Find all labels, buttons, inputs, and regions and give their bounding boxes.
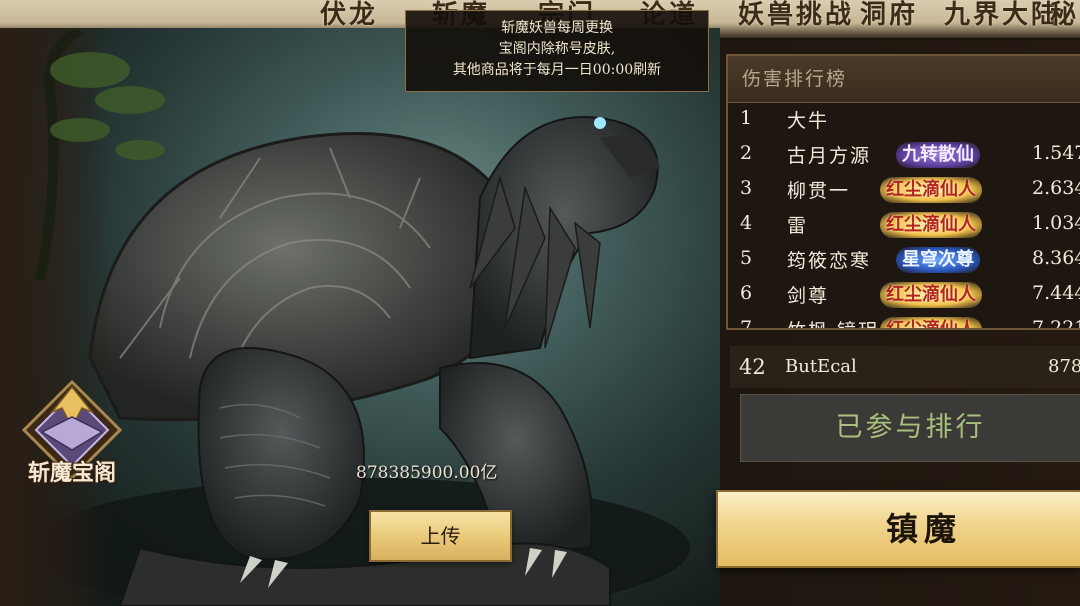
my-rank-number: 42	[739, 355, 766, 379]
player-title-badge: 红尘滴仙人	[880, 212, 982, 238]
suppress-demon-button[interactable]: 镇魔	[716, 490, 1080, 568]
player-title-badge: 红尘滴仙人	[880, 317, 982, 328]
player-score: 7.221	[1032, 317, 1080, 330]
rank-row[interactable]: 6 剑尊 红尘滴仙人 7.444	[728, 278, 1080, 312]
rank-row[interactable]: 3 柳贯一 红尘滴仙人 2.634	[728, 173, 1080, 207]
my-rank-row: 42 ButEcal 878	[730, 346, 1080, 388]
player-score: 1.034	[1032, 212, 1080, 234]
refresh-notice: 斩魔妖兽每周更换 宝阁内除称号皮肤, 其他商品将于每月一日00:00刷新	[405, 10, 709, 92]
player-name: 古月方源	[787, 145, 872, 167]
rank-row[interactable]: 5 筠筱恋寒 星穹次尊 8.364	[728, 243, 1080, 277]
rank-row[interactable]: 4 雷 红尘滴仙人 1.034	[728, 208, 1080, 242]
rank-number: 5	[740, 247, 753, 269]
tree-decoration	[35, 30, 165, 280]
notice-line: 斩魔妖兽每周更换	[501, 20, 613, 36]
player-score: 8.364	[1032, 247, 1080, 269]
rank-number: 7	[740, 317, 753, 330]
treasure-pavilion-label[interactable]: 斩魔宝阁	[14, 455, 130, 487]
player-title-badge: 九转散仙	[896, 142, 980, 168]
player-score: 7.444	[1032, 282, 1080, 304]
player-name: 竹枫·镜玥	[787, 316, 879, 328]
player-name: 剑尊	[787, 285, 830, 307]
rank-number: 4	[740, 212, 753, 234]
notice-line: 宝阁内除称号皮肤,	[498, 41, 616, 57]
rank-number: 6	[740, 282, 753, 304]
damage-ranking-board: 伤害排行榜 1 大牛 2 古月方源 九转散仙 1.547 3 柳贯一 红尘滴仙人…	[726, 54, 1080, 330]
notice-line: 其他商品将于每月一日00:00刷新	[452, 62, 662, 78]
banner-item: 洞府	[860, 0, 919, 30]
upload-button[interactable]: 上传	[369, 510, 512, 562]
rank-row[interactable]: 7 竹枫·镜玥 红尘滴仙人 7.221	[728, 313, 1080, 330]
rank-number: 3	[740, 177, 753, 199]
banner-item: 妖兽挑战	[738, 0, 855, 30]
rank-number: 2	[740, 142, 753, 164]
rank-row[interactable]: 2 古月方源 九转散仙 1.547	[728, 138, 1080, 172]
banner-item: 伏龙	[320, 0, 379, 30]
player-name: 柳贯一	[787, 180, 851, 202]
banner-item: 九界大陆	[944, 0, 1061, 30]
joined-ranking-status: 已参与排行	[740, 394, 1080, 462]
banner-item: 秘	[1050, 0, 1080, 30]
player-score: 1.547	[1032, 142, 1080, 164]
rank-number: 1	[740, 107, 753, 129]
ranking-header: 伤害排行榜	[728, 56, 1080, 103]
my-player-name: ButEcal	[785, 356, 857, 377]
player-name: 筠筱恋寒	[787, 250, 872, 272]
player-title-badge: 星穹次尊	[896, 247, 980, 273]
boss-damage-value: 878385900.00亿	[356, 463, 498, 483]
player-title-badge: 红尘滴仙人	[880, 177, 982, 203]
player-name: 雷	[787, 215, 809, 237]
rank-row[interactable]: 1 大牛	[728, 103, 1080, 137]
player-title-badge: 红尘滴仙人	[880, 282, 982, 308]
player-name: 大牛	[787, 110, 830, 132]
player-score: 2.634	[1032, 177, 1080, 199]
my-score: 878	[1048, 356, 1080, 377]
